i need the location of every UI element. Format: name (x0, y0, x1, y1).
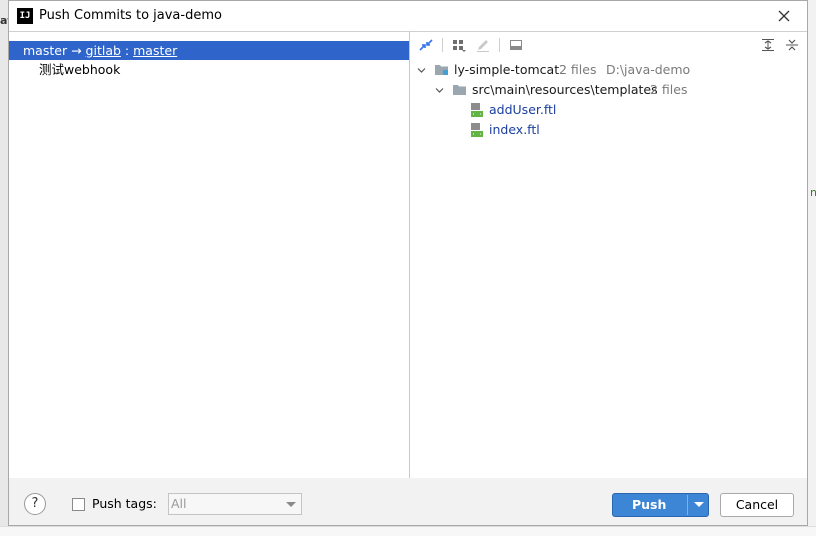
folder-path: src\main\resources\templates (472, 82, 658, 97)
tags-select[interactable]: All (168, 493, 302, 515)
changes-pane: ly-simple-tomcat 2 files D:\java-demo sr… (410, 31, 807, 480)
toolbar-separator (499, 38, 500, 52)
background-editor-strip: at (0, 0, 13, 535)
push-options-dropdown-icon[interactable] (694, 502, 704, 507)
push-button-divider (687, 495, 688, 515)
intellij-app-icon: IJ (17, 8, 33, 24)
expand-all-icon[interactable] (760, 37, 776, 53)
close-button[interactable] (773, 6, 795, 26)
preview-diff-icon[interactable] (508, 37, 524, 53)
ftl-file-icon (470, 102, 484, 124)
changes-toolbar (410, 32, 807, 58)
group-by-icon[interactable] (451, 37, 467, 53)
toolbar-separator (442, 38, 443, 52)
push-tags-checkbox[interactable] (72, 498, 85, 511)
file-name: index.ftl (489, 122, 540, 137)
branch-row[interactable]: master → gitlab : master (9, 41, 409, 60)
file-name: addUser.ftl (489, 102, 557, 117)
module-name: ly-simple-tomcat (454, 62, 560, 77)
push-commits-dialog: IJ Push Commits to java-demo master → gi… (8, 0, 808, 526)
commits-pane: master → gitlab : master 测试webhook (9, 31, 409, 480)
expand-diff-icon[interactable] (418, 37, 434, 53)
target-branch-link[interactable]: master (133, 43, 177, 58)
window-title: Push Commits to java-demo (39, 8, 222, 23)
close-icon (778, 10, 790, 22)
title-bar: IJ Push Commits to java-demo (9, 1, 807, 31)
folder-icon (452, 83, 468, 103)
push-arrow: → (71, 43, 82, 58)
chevron-down-icon[interactable] (416, 60, 426, 80)
folder-file-count: 2 files (650, 82, 688, 97)
push-button-label: Push (632, 497, 667, 512)
remote-link[interactable]: gitlab (86, 43, 121, 58)
background-text-fragment-right: na (810, 186, 816, 199)
remote-separator: : (124, 43, 130, 58)
module-path: D:\java-demo (606, 62, 691, 77)
chevron-down-icon[interactable] (434, 80, 444, 100)
tags-select-value: All (171, 496, 187, 511)
commit-item[interactable]: 测试webhook (39, 61, 120, 79)
module-file-count: 2 files (559, 62, 597, 77)
collapse-all-icon[interactable] (784, 37, 800, 53)
push-tags-label[interactable]: Push tags: (92, 496, 157, 511)
source-branch: master (23, 43, 68, 58)
cancel-button[interactable]: Cancel (720, 493, 794, 517)
dialog-footer: ? Push tags: All Push Cancel (9, 478, 807, 525)
edit-icon[interactable] (475, 37, 491, 53)
help-button[interactable]: ? (24, 493, 46, 515)
ftl-file-icon (470, 122, 484, 144)
push-button[interactable]: Push (612, 493, 709, 517)
chevron-down-icon (286, 502, 296, 507)
